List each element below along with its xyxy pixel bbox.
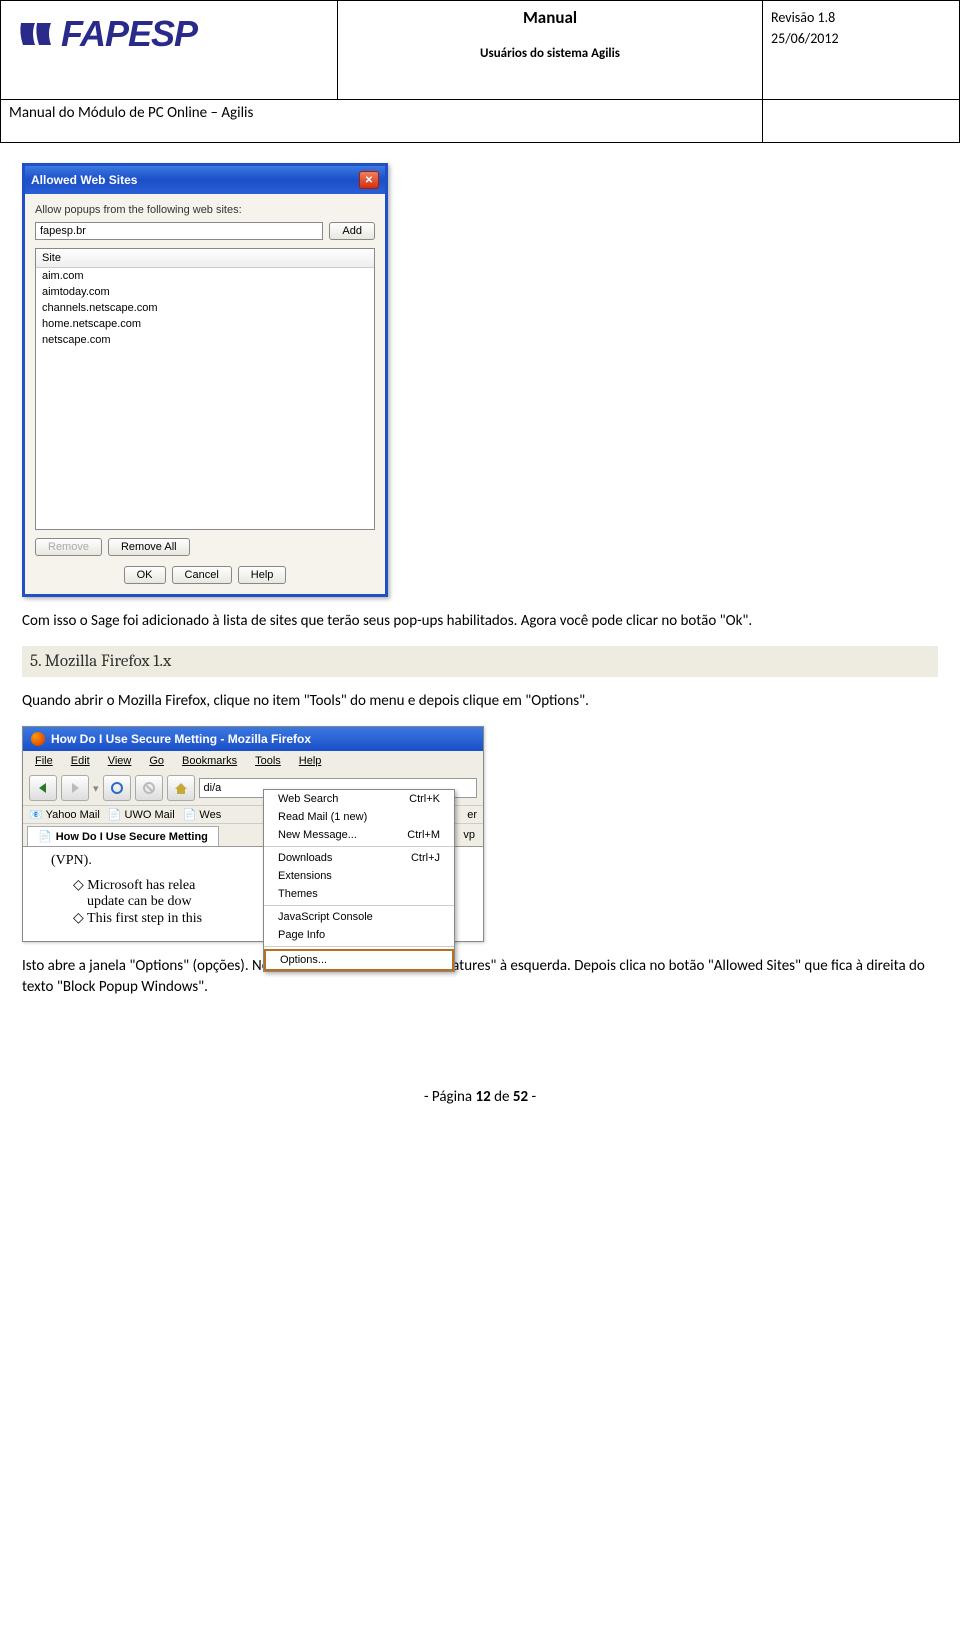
firefox-titlebar: How Do I Use Secure Metting - Mozilla Fi… — [23, 727, 483, 751]
site-input[interactable] — [35, 222, 323, 240]
menu-file[interactable]: File — [27, 753, 61, 769]
help-button[interactable]: Help — [238, 566, 287, 584]
section-5-title: 5. Mozilla Firefox 1.x — [22, 646, 938, 677]
menu-edit[interactable]: Edit — [63, 753, 98, 769]
dropdown-extensions[interactable]: Extensions — [264, 867, 454, 885]
logo-text: FAPESP — [61, 13, 197, 55]
header-subtitle: Usuários do sistema Agilis — [346, 46, 754, 61]
stop-button[interactable] — [135, 775, 163, 801]
date-text: 25/06/2012 — [771, 30, 951, 47]
dropdown-js-console[interactable]: JavaScript Console — [264, 908, 454, 926]
remove-all-button[interactable]: Remove All — [108, 538, 190, 556]
logo-icon — [17, 19, 55, 49]
paragraph-2: Quando abrir o Mozilla Firefox, clique n… — [22, 691, 938, 712]
back-icon — [36, 782, 50, 794]
bookmark-item[interactable]: 📧 Yahoo Mail — [29, 808, 100, 821]
fapesp-logo: FAPESP — [9, 5, 329, 63]
firefox-menubar: File Edit View Go Bookmarks Tools Help — [23, 751, 483, 771]
dialog-title: Allowed Web Sites — [31, 173, 137, 187]
add-button[interactable]: Add — [329, 222, 375, 240]
header-title: Manual — [346, 7, 754, 28]
dropdown-themes[interactable]: Themes — [264, 885, 454, 903]
dropdown-web-search[interactable]: Web SearchCtrl+K — [264, 790, 454, 808]
list-header: Site — [36, 249, 374, 268]
menu-help[interactable]: Help — [291, 753, 330, 769]
firefox-window: How Do I Use Secure Metting - Mozilla Fi… — [22, 726, 484, 942]
menu-go[interactable]: Go — [141, 753, 172, 769]
reload-button[interactable] — [103, 775, 131, 801]
bookmark-item[interactable]: 📄 UWO Mail — [108, 808, 175, 821]
list-item[interactable]: channels.netscape.com — [36, 300, 374, 316]
paragraph-3: Isto abre a janela "Options" (opções). N… — [22, 956, 938, 998]
list-item[interactable]: aimtoday.com — [36, 284, 374, 300]
bookmark-trail: er — [467, 809, 477, 821]
tools-dropdown: Web SearchCtrl+K Read Mail (1 new) New M… — [263, 789, 455, 972]
allowed-sites-dialog: Allowed Web Sites ✕ Allow popups from th… — [22, 163, 388, 597]
back-button[interactable] — [29, 775, 57, 801]
dropdown-new-message[interactable]: New Message...Ctrl+M — [264, 826, 454, 844]
menu-bookmarks[interactable]: Bookmarks — [174, 753, 245, 769]
home-icon — [174, 781, 188, 795]
firefox-icon — [31, 732, 45, 746]
list-item[interactable]: aim.com — [36, 268, 374, 284]
close-icon[interactable]: ✕ — [359, 171, 379, 189]
home-button[interactable] — [167, 775, 195, 801]
dropdown-page-info[interactable]: Page Info — [264, 926, 454, 944]
doc-title: Manual do Módulo de PC Online – Agilis — [1, 100, 763, 143]
site-list[interactable]: Site aim.com aimtoday.com channels.netsc… — [35, 248, 375, 530]
cancel-button[interactable]: Cancel — [172, 566, 232, 584]
dropdown-downloads[interactable]: DownloadsCtrl+J — [264, 849, 454, 867]
dialog-label: Allow popups from the following web site… — [35, 204, 375, 216]
dropdown-read-mail[interactable]: Read Mail (1 new) — [264, 808, 454, 826]
remove-button[interactable]: Remove — [35, 538, 102, 556]
forward-button[interactable] — [61, 775, 89, 801]
paragraph-1: Com isso o Sage foi adicionado à lista d… — [22, 611, 938, 632]
ok-button[interactable]: OK — [124, 566, 166, 584]
reload-icon — [110, 781, 124, 795]
menu-tools[interactable]: Tools — [247, 753, 289, 769]
dropdown-options[interactable]: Options... — [264, 949, 454, 971]
menu-view[interactable]: View — [100, 753, 140, 769]
header-table: FAPESP Manual Usuários do sistema Agilis… — [0, 0, 960, 143]
list-item[interactable]: home.netscape.com — [36, 316, 374, 332]
forward-icon — [68, 782, 82, 794]
page-footer: - Página 12 de 52 - — [22, 1088, 938, 1126]
stop-icon — [142, 781, 156, 795]
tab-trail: vp — [459, 826, 479, 846]
revision-text: Revisão 1.8 — [771, 9, 951, 26]
dialog-titlebar: Allowed Web Sites ✕ — [25, 166, 385, 194]
firefox-title: How Do I Use Secure Metting - Mozilla Fi… — [51, 732, 311, 746]
bookmark-item[interactable]: 📄 Wes — [183, 808, 222, 821]
list-item[interactable]: netscape.com — [36, 332, 374, 348]
tab-active[interactable]: 📄 How Do I Use Secure Metting — [27, 826, 219, 846]
